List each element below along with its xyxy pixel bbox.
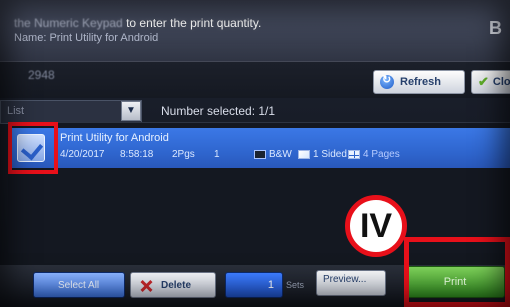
close-button[interactable]: ✔ Clo — [471, 70, 510, 94]
annotation-box-print — [404, 237, 510, 307]
view-select-value: List — [7, 105, 25, 117]
header: the Numeric Keypad to enter the print qu… — [0, 0, 510, 62]
job-color: B&W — [254, 149, 298, 160]
instruction-main-text: to enter the print quantity. — [126, 16, 262, 30]
job-layout: 4 Pages — [348, 149, 408, 160]
chevron-down-icon[interactable]: ▼ — [121, 101, 141, 121]
job-title: Print Utility for Android — [60, 132, 169, 144]
delete-label: Delete — [161, 280, 192, 291]
document-name-text: Name: Print Utility for Android — [14, 32, 159, 44]
screen: the Numeric Keypad to enter the print qu… — [0, 0, 510, 307]
job-time: 8:58:18 — [120, 149, 154, 160]
job-pages: 2Pgs — [172, 149, 195, 160]
step-badge: IV — [345, 195, 407, 257]
delete-button[interactable]: Delete — [130, 272, 216, 298]
refresh-label: Refresh — [400, 76, 441, 88]
select-all-button[interactable]: Select All — [33, 272, 125, 298]
refresh-button[interactable]: Refresh — [373, 70, 465, 94]
delete-icon — [139, 279, 153, 293]
close-label: Clo — [492, 76, 510, 88]
corner-letter: B — [489, 18, 502, 38]
job-sided: 1 Sided — [298, 149, 348, 160]
job-row[interactable]: Print Utility for Android 4/20/2017 8:58… — [8, 128, 510, 168]
job-meta: 4/20/2017 8:58:18 2Pgs 1 B&W 1 Sided 4 P… — [60, 149, 408, 160]
annotation-box-checkbox — [8, 122, 58, 174]
job-sided-label: 1 Sided — [313, 149, 347, 160]
instruction-text: the Numeric Keypad to enter the print qu… — [14, 16, 261, 30]
job-date: 4/20/2017 — [60, 149, 105, 160]
check-icon: ✔ — [478, 74, 489, 89]
user-id-field[interactable]: 2948 — [28, 68, 268, 86]
preview-button[interactable]: Preview... — [316, 270, 386, 296]
instruction-faded-text: the Numeric Keypad — [14, 16, 123, 30]
sets-value: 1 — [267, 279, 274, 291]
job-layout-label: 4 Pages — [363, 149, 400, 160]
sets-label: Sets — [286, 280, 305, 290]
grid-icon — [348, 149, 360, 159]
job-count: 1 — [214, 149, 220, 160]
job-color-label: B&W — [269, 149, 292, 160]
printer-icon — [254, 149, 266, 159]
page-icon — [298, 149, 310, 159]
refresh-icon — [380, 73, 394, 89]
number-selected-text: Number selected: 1/1 — [161, 104, 276, 118]
sets-input[interactable]: 1 — [225, 272, 283, 298]
preview-label: Preview... — [323, 274, 367, 285]
select-all-label: Select All — [58, 280, 100, 291]
